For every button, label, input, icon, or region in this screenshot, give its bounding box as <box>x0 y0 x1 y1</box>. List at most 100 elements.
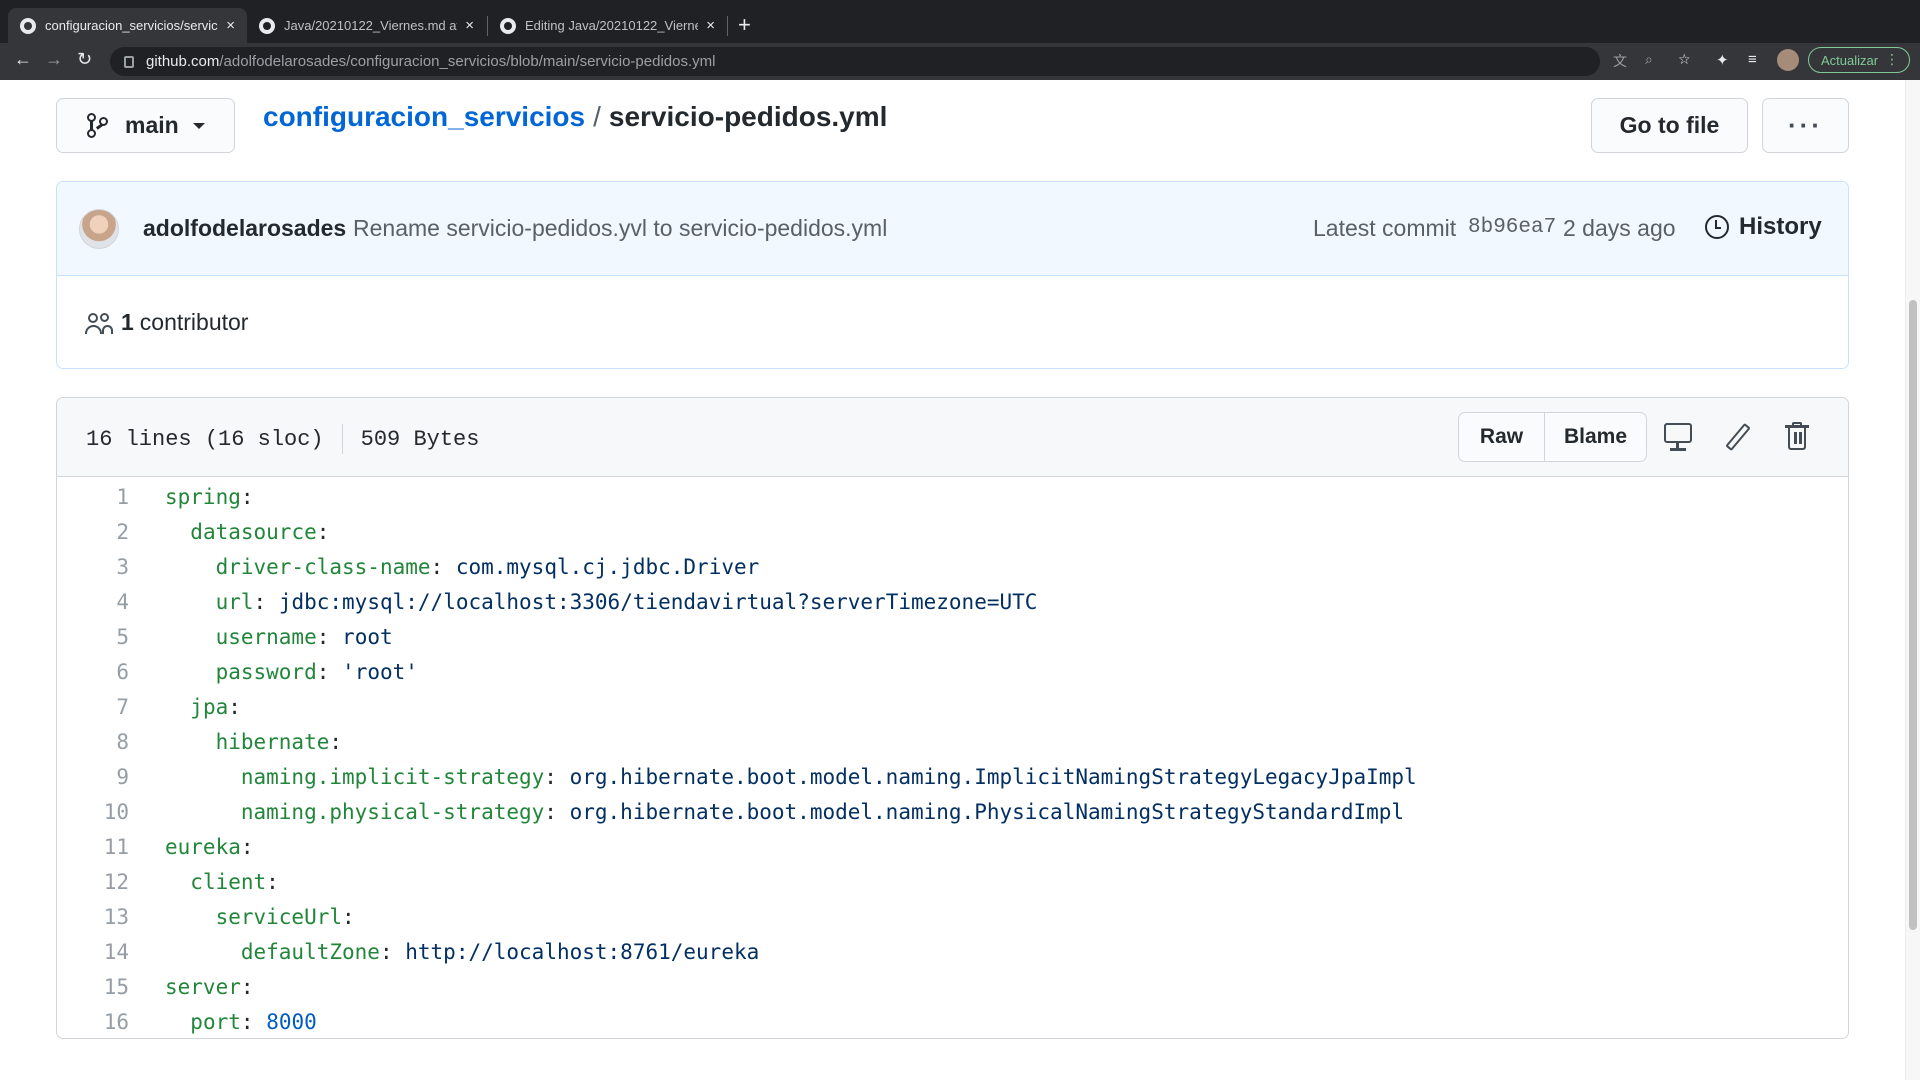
caret-down-icon <box>192 122 205 129</box>
breadcrumb-separator: / <box>593 101 601 132</box>
contributors-row[interactable]: 1 contributor <box>85 309 248 336</box>
more-options-button[interactable]: ··· <box>1762 98 1849 153</box>
branch-selector-button[interactable]: main <box>56 98 235 153</box>
yaml-key: serviceUrl <box>215 904 343 929</box>
address-bar[interactable]: github.com/adolfodelarosades/configuraci… <box>110 47 1600 76</box>
browser-tab[interactable]: Java/20210122_Viernes.md at main × <box>247 8 486 43</box>
line-number[interactable]: 15 <box>57 975 129 999</box>
code-content: defaultZone: http://localhost:8761/eurek… <box>240 939 760 964</box>
yaml-key: url <box>215 589 254 614</box>
star-icon[interactable]: ☆ <box>1678 51 1691 68</box>
branch-icon <box>87 112 109 139</box>
update-label: Actualizar <box>1821 52 1879 68</box>
code-content: client: <box>190 869 279 894</box>
trash-icon[interactable] <box>1782 422 1812 452</box>
line-number[interactable]: 3 <box>57 555 129 579</box>
code-line: 13 serviceUrl: <box>57 899 1848 934</box>
line-count: 16 lines (16 sloc) <box>86 426 324 452</box>
line-number[interactable]: 7 <box>57 695 129 719</box>
browser-tab[interactable]: Editing Java/20210122_Viernes.md × <box>488 8 727 43</box>
forward-icon[interactable]: → <box>45 49 63 70</box>
file-header: 16 lines (16 sloc) 509 Bytes Raw Blame <box>57 398 1848 477</box>
latest-commit-box: adolfodelarosades Rename servicio-pedido… <box>56 181 1849 369</box>
code-line: 5 username: root <box>57 619 1848 654</box>
code-line: 7 jpa: <box>57 689 1848 724</box>
code-line: 2 datasource: <box>57 514 1848 549</box>
code-content: password: 'root' <box>215 659 418 684</box>
line-number[interactable]: 11 <box>57 835 129 859</box>
update-button[interactable]: Actualizar ⋮ <box>1808 47 1910 73</box>
desktop-icon[interactable] <box>1663 422 1693 452</box>
code-content: naming.physical-strategy: org.hibernate.… <box>240 799 1405 824</box>
url-host: github.com <box>146 53 220 70</box>
yaml-key: client <box>190 869 267 894</box>
history-icon <box>1705 215 1729 239</box>
line-number[interactable]: 16 <box>57 1010 129 1034</box>
line-number[interactable]: 14 <box>57 940 129 964</box>
yaml-key: defaultZone <box>240 939 380 964</box>
browser-toolbar: ← → ↻ github.com/adolfodelarosades/confi… <box>0 43 1920 80</box>
line-number[interactable]: 12 <box>57 870 129 894</box>
code-content: username: root <box>215 624 393 649</box>
close-icon[interactable]: × <box>226 17 235 34</box>
yaml-key: password <box>215 659 317 684</box>
back-icon[interactable]: ← <box>14 49 32 70</box>
browser-tab-active[interactable]: configuracion_servicios/servicio-pedidos… <box>8 8 247 43</box>
blame-button[interactable]: Blame <box>1545 413 1646 461</box>
tab-divider <box>727 16 728 36</box>
line-number[interactable]: 4 <box>57 590 129 614</box>
commit-sha[interactable]: 8b96ea7 <box>1468 216 1556 239</box>
code-content: port: 8000 <box>190 1009 317 1034</box>
translate-icon[interactable]: 文 <box>1613 51 1627 71</box>
line-number[interactable]: 6 <box>57 660 129 684</box>
raw-button[interactable]: Raw <box>1459 413 1545 461</box>
code-line: 6 password: 'root' <box>57 654 1848 689</box>
reading-list-icon[interactable]: ≡ <box>1748 51 1757 68</box>
yaml-key: jpa <box>190 694 229 719</box>
yaml-key: naming.implicit-strategy <box>240 764 545 789</box>
file-actions-group: Raw Blame <box>1458 412 1647 462</box>
close-icon[interactable]: × <box>465 17 474 34</box>
commit-author[interactable]: adolfodelarosades <box>143 215 346 242</box>
code-content: naming.implicit-strategy: org.hibernate.… <box>240 764 1417 789</box>
github-icon <box>259 17 275 34</box>
history-link[interactable]: History <box>1705 213 1822 241</box>
new-tab-button[interactable]: + <box>738 12 751 38</box>
line-number[interactable]: 13 <box>57 905 129 929</box>
line-number[interactable]: 1 <box>57 485 129 509</box>
code-line: 1 spring: <box>57 479 1848 514</box>
yaml-key: eureka <box>165 834 241 859</box>
code-line: 4 url: jdbc:mysql://localhost:3306/tiend… <box>57 584 1848 619</box>
line-number[interactable]: 2 <box>57 520 129 544</box>
latest-commit-label: Latest commit <box>1313 215 1457 241</box>
divider <box>341 424 343 454</box>
code-content: hibernate: <box>215 729 343 754</box>
line-number[interactable]: 5 <box>57 625 129 649</box>
profile-avatar[interactable] <box>1777 49 1799 71</box>
code-block: 1 spring: 2 datasource: 3 driver-class-name… <box>57 477 1848 1038</box>
yaml-value: org.hibernate.boot.model.naming.Implicit… <box>569 764 1417 789</box>
breadcrumb: configuracion_servicios / servicio-pedidos… <box>263 101 887 133</box>
file-name: servicio-pedidos.yml <box>608 101 888 132</box>
zoom-icon[interactable]: ⌕ <box>1645 51 1653 68</box>
line-number[interactable]: 9 <box>57 765 129 789</box>
commit-time: 2 days ago <box>1563 215 1676 241</box>
browser-tab-bar: configuracion_servicios/servicio-pedidos… <box>0 0 1920 43</box>
go-to-file-button[interactable]: Go to file <box>1591 98 1748 153</box>
extensions-icon[interactable]: ✦ <box>1716 51 1729 69</box>
commit-header: adolfodelarosades Rename servicio-pedido… <box>57 182 1848 276</box>
edit-pencil-icon[interactable] <box>1722 422 1752 452</box>
tab-title: configuracion_servicios/servicio-pedidos… <box>45 18 218 33</box>
yaml-value: 'root' <box>342 659 418 684</box>
repo-link[interactable]: configuracion_servicios <box>263 101 585 132</box>
commit-message[interactable]: Rename servicio-pedidos.yvl to servicio-… <box>353 215 887 242</box>
line-number[interactable]: 8 <box>57 730 129 754</box>
line-number[interactable]: 10 <box>57 800 129 824</box>
author-avatar[interactable] <box>79 209 119 249</box>
contributors-label: contributor <box>139 309 249 335</box>
close-icon[interactable]: × <box>706 17 715 34</box>
branch-label: main <box>125 112 179 138</box>
page-scrollbar-thumb[interactable] <box>1909 300 1917 930</box>
reload-icon[interactable]: ↻ <box>77 49 92 70</box>
lock-icon[interactable] <box>124 55 134 68</box>
